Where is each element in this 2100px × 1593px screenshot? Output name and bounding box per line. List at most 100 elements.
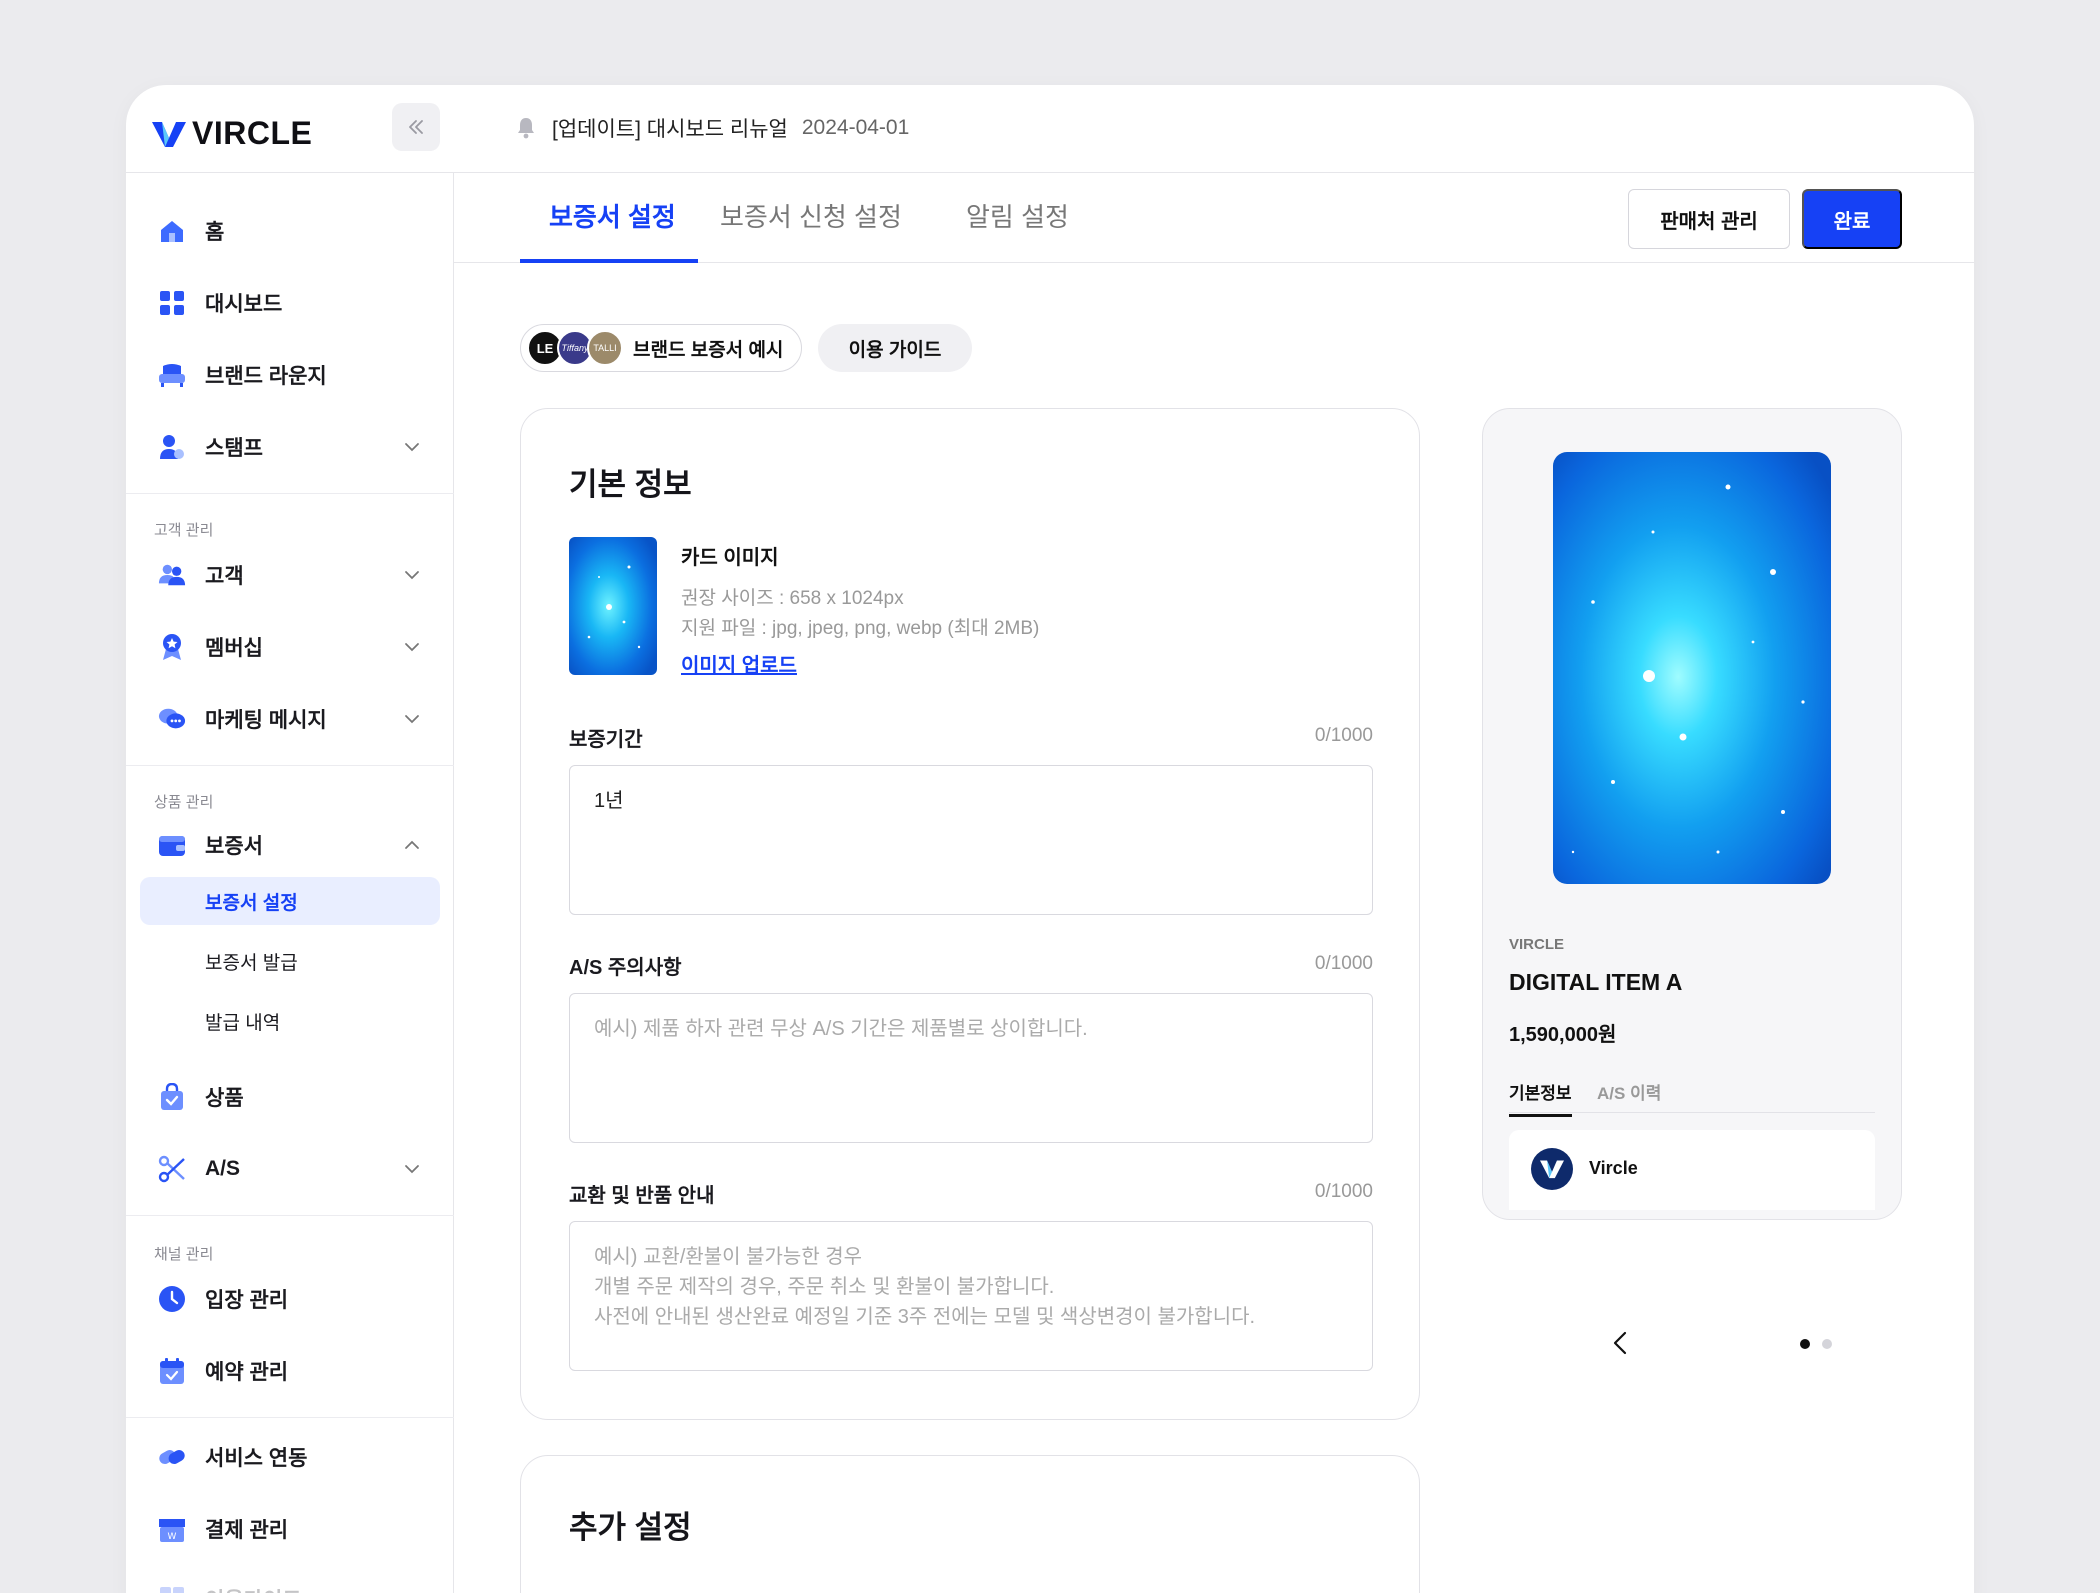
card-title: 기본 정보 [569,467,692,502]
chevron-down-icon[interactable] [401,636,423,658]
extra-settings-card: 추가 설정 [520,1455,1420,1593]
as-notice-input[interactable]: 예시) 제품 하자 관련 무상 A/S 기간은 제품별로 상이합니다. [569,993,1373,1143]
sidebar-divider [126,493,454,494]
sidebar-subitem-issue-history[interactable]: 발급 내역 [140,997,440,1045]
sidebar-item-label: 이용가이드 [205,1584,302,1593]
notice-date: 2024-04-01 [801,116,910,139]
tab-warranty-application[interactable]: 보증서 신청 설정 [720,197,902,256]
sidebar-item-reservation[interactable]: 예약 관리 [126,1345,454,1397]
chevron-up-icon[interactable] [401,834,423,856]
users-icon [158,561,186,589]
notice-text: [업데이트] 대시보드 리뉴얼 [552,118,788,141]
dashboard-icon [158,289,186,317]
sidebar-item-integration[interactable]: 서비스 연동 [126,1431,454,1483]
sidebar-divider [126,1417,454,1418]
home-icon [158,217,186,245]
sidebar-subitem-label: 보증서 설정 [205,892,298,914]
section-label-customer: 고객 관리 [154,522,214,539]
tab-notification[interactable]: 알림 설정 [966,197,1069,256]
sidebar-item-customer[interactable]: 고객 [126,549,454,601]
sidebar-item-label: 결제 관리 [205,1519,289,1542]
sidebar-item-label: 예약 관리 [205,1361,289,1384]
card-image-size: 권장 사이즈 : 658 x 1024px [681,588,904,609]
card-image-formats: 지원 파일 : jpg, jpeg, png, webp (최대 2MB) [681,618,1040,639]
card-image-title: 카드 이미지 [681,547,779,569]
chevron-down-icon[interactable] [401,564,423,586]
preview-tabs: 기본정보 A/S 이력 [1509,1079,1875,1117]
exchange-return-placeholder: 예시) 교환/환불이 불가능한 경우 개별 주문 제작의 경우, 주문 취소 및… [594,1246,1256,1328]
warranty-period-label: 보증기간 [569,729,643,751]
brand-example-chip[interactable]: LE Tiffany TALLI 브랜드 보증서 예시 [520,324,802,372]
sidebar-item-brand-lounge[interactable]: 브랜드 라운지 [126,349,454,401]
image-upload-link[interactable]: 이미지 업로드 [681,649,797,678]
sidebar-item-membership[interactable]: 멤버십 [126,621,454,673]
stamp-icon [158,433,186,461]
sidebar-item-label: 홈 [205,221,225,244]
link-icon [158,1443,186,1471]
brand-name: VIRCLE [192,115,313,151]
sidebar-item-label: 스탬프 [205,437,263,460]
sidebar-item-label: 고객 [205,565,244,588]
sidebar-item-label: 브랜드 라운지 [205,365,327,388]
scissors-icon [158,1155,186,1183]
chevron-down-icon[interactable] [401,1158,423,1180]
sidebar-divider [126,765,454,766]
exchange-return-input[interactable]: 예시) 교환/환불이 불가능한 경우 개별 주문 제작의 경우, 주문 취소 및… [569,1221,1373,1371]
card-image-thumbnail[interactable] [569,537,657,675]
sidebar-item-label: 대시보드 [205,293,283,316]
sidebar-subitem-warranty-settings[interactable]: 보증서 설정 [140,877,440,925]
bag-icon [158,1083,186,1111]
preview-brand: VIRCLE [1509,936,1565,953]
sidebar-item-warranty[interactable]: 보증서 [126,819,454,871]
bell-icon [518,118,534,139]
as-notice-count: 0/1000 [1314,953,1373,974]
sidebar-item-marketing[interactable]: 마케팅 메시지 [126,693,454,745]
logo[interactable]: VIRCLE [152,115,312,152]
carousel-dot[interactable] [1822,1339,1832,1349]
seller-management-button[interactable]: 판매처 관리 [1628,189,1790,249]
sidebar-item-label: 멤버십 [205,637,263,660]
section-label-channel: 채널 관리 [154,1246,214,1263]
sidebar-subitem-label: 보증서 발급 [205,952,298,974]
sidebar-item-payment[interactable]: W 결제 관리 [126,1503,454,1555]
carousel-dot-active[interactable] [1800,1339,1810,1349]
sidebar-item-guide[interactable]: 이용가이드 [126,1573,454,1593]
preview-seller-card: Vircle [1509,1130,1875,1210]
sidebar-item-product[interactable]: 상품 [126,1071,454,1123]
chevron-down-icon[interactable] [401,436,423,458]
sidebar-subitem-warranty-issue[interactable]: 보증서 발급 [140,937,440,985]
sidebar-item-home[interactable]: 홈 [126,205,454,257]
preview-tab-basic[interactable]: 기본정보 [1509,1079,1572,1117]
as-notice-placeholder: 예시) 제품 하자 관련 무상 A/S 기간은 제품별로 상이합니다. [594,1018,1088,1040]
active-tab-indicator [520,259,698,263]
sidebar-item-entry[interactable]: 입장 관리 [126,1273,454,1325]
done-button[interactable]: 완료 [1802,189,1902,249]
sidebar-collapse-button[interactable] [392,103,440,151]
sidebar-item-as[interactable]: A/S [126,1143,454,1195]
carousel-prev-button[interactable] [1610,1331,1632,1360]
tab-warranty-settings[interactable]: 보증서 설정 [549,197,676,256]
wallet-icon [158,831,186,859]
sidebar-item-stamp[interactable]: 스탬프 [126,421,454,473]
warranty-preview: VIRCLE DIGITAL ITEM A 1,590,000원 기본정보 A/… [1482,408,1902,1220]
clock-icon [158,1285,186,1313]
notice-bar[interactable]: [업데이트] 대시보드 리뉴얼 2024-04-01 [514,113,909,143]
sidebar-subitem-label: 발급 내역 [205,1012,281,1034]
store-icon: W [158,1515,186,1543]
app-window: VIRCLE [업데이트] 대시보드 리뉴얼 2024-04-01 홈 대시보드… [126,85,1974,1593]
warranty-period-count: 0/1000 [1314,725,1373,746]
badge-icon [158,633,186,661]
sidebar-item-dashboard[interactable]: 대시보드 [126,277,454,329]
vircle-logo-icon [152,121,186,147]
card-title: 추가 설정 [569,1510,692,1545]
sofa-icon [158,361,186,389]
preview-tab-as-history[interactable]: A/S 이력 [1597,1079,1661,1114]
carousel-dots [1800,1339,1832,1349]
usage-guide-chip[interactable]: 이용 가이드 [818,324,972,372]
preview-seller-name: Vircle [1589,1158,1638,1178]
preview-price: 1,590,000원 [1509,1024,1617,1046]
preview-card-image [1553,452,1831,884]
chevron-down-icon[interactable] [401,708,423,730]
warranty-period-input[interactable]: 1년 [569,765,1373,915]
top-bar: VIRCLE [업데이트] 대시보드 리뉴얼 2024-04-01 [126,85,1974,173]
